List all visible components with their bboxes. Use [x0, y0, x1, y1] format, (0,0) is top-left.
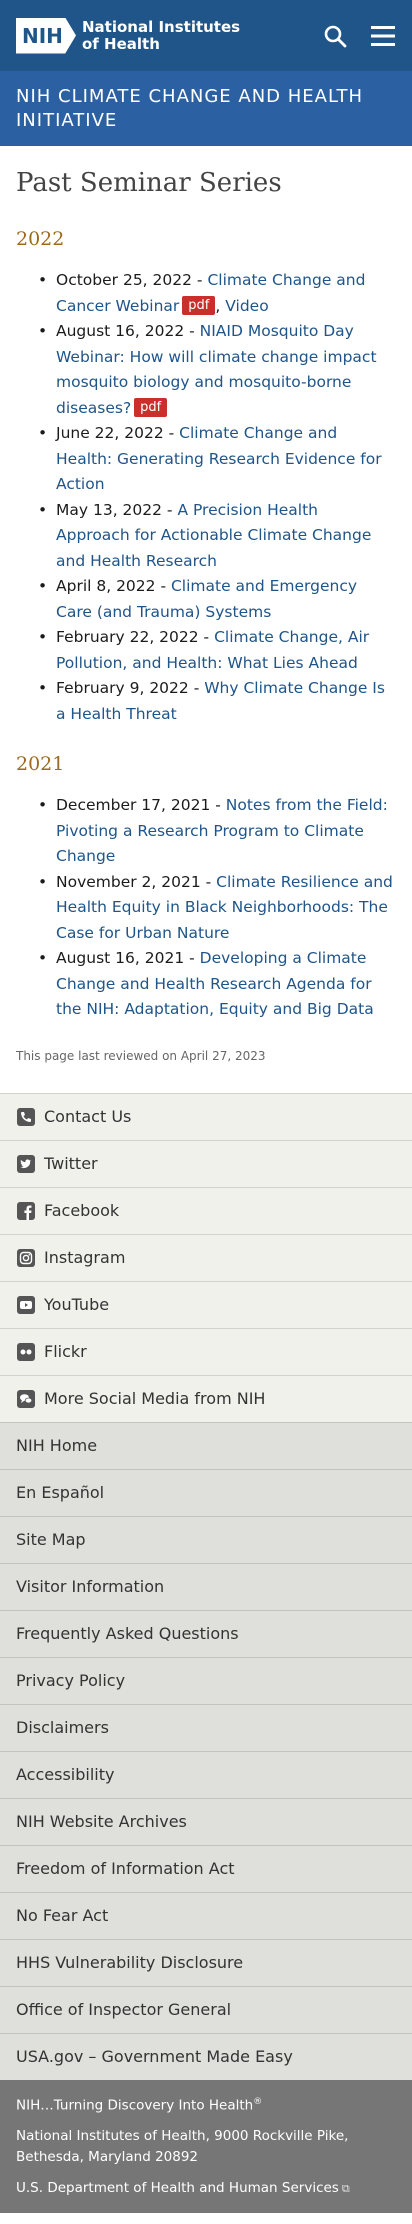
initiative-banner: NIH CLIMATE CHANGE AND HEALTH INITIATIVE [0, 71, 412, 146]
footer-link[interactable]: Privacy Policy [0, 1656, 412, 1704]
footer-link[interactable]: Freedom of Information Act [0, 1844, 412, 1892]
instagram-icon [16, 1248, 36, 1268]
footer-link[interactable]: Frequently Asked Questions [0, 1609, 412, 1657]
seminar-sections: 2022 October 25, 2022 - Climate Change an… [16, 228, 396, 1023]
social-link-label: YouTube [44, 1295, 110, 1314]
seminar-date: October 25, 2022 - [56, 271, 208, 289]
phone-icon [16, 1107, 36, 1127]
social-link-contact-us[interactable]: Contact Us [0, 1092, 412, 1140]
social-link-facebook[interactable]: Facebook [0, 1186, 412, 1234]
seminar-date: December 17, 2021 - [56, 796, 226, 814]
seminar-item: November 2, 2021 - Climate Resilience an… [38, 870, 396, 947]
footer-link[interactable]: NIH Home [0, 1421, 412, 1469]
seminar-item: October 25, 2022 - Climate Change and Ca… [38, 268, 396, 319]
nih-logo-badge: NIH [16, 17, 76, 54]
footer-tagline: NIH…Turning Discovery Into Health® [16, 2092, 396, 2117]
pdf-badge[interactable]: pdf [182, 295, 216, 315]
year-heading: 2022 [16, 228, 65, 250]
seminar-item: August 16, 2021 - Developing a Climate C… [38, 946, 396, 1023]
nih-logo[interactable]: NIH National Institutes of Health [16, 17, 241, 54]
site-footer: Contact Us Twitter Facebook Instagram YouTub… [0, 1092, 412, 2213]
logo-line-2: of Health [82, 34, 160, 53]
social-link-label: Instagram [44, 1248, 126, 1267]
seminar-item: February 22, 2022 - Climate Change, Air … [38, 625, 396, 676]
seminar-date: August 16, 2021 - [56, 949, 200, 967]
footer-link[interactable]: Accessibility [0, 1750, 412, 1798]
seminar-item: February 9, 2022 - Why Climate Change Is… [38, 676, 396, 727]
hhs-link-label: U.S. Department of Health and Human Serv… [16, 2180, 339, 2196]
main-content: Past Seminar Series 2022 October 25, 2022… [0, 146, 412, 1063]
seminar-date: February 9, 2022 - [56, 679, 205, 697]
footer-link[interactable]: NIH Website Archives [0, 1797, 412, 1845]
seminar-date: August 16, 2022 - [56, 322, 200, 340]
seminar-item: August 16, 2022 - NIAID Mosquito Day Web… [38, 319, 396, 421]
site-header: NIH National Institutes of Health [0, 0, 412, 71]
footer-bottom: NIH…Turning Discovery Into Health® Natio… [0, 2079, 412, 2213]
search-icon[interactable] [322, 23, 348, 49]
social-link-label: More Social Media from NIH [44, 1389, 266, 1408]
address-line-2: Bethesda, Maryland 20892 [16, 2149, 199, 2165]
header-actions [322, 23, 396, 49]
seminar-item: April 8, 2022 - Climate and Emergency Ca… [38, 574, 396, 625]
seminar-date: May 13, 2022 - [56, 500, 178, 519]
nih-logo-text: National Institutes of Health [82, 17, 241, 53]
banner-title[interactable]: NIH CLIMATE CHANGE AND HEALTH INITIATIVE [16, 85, 396, 133]
video-link[interactable]: Video [225, 297, 268, 315]
logo-line-1: National Institutes [82, 17, 241, 36]
pdf-badge[interactable]: pdf [134, 397, 168, 417]
registered-mark: ® [253, 2096, 263, 2107]
social-links: Contact Us Twitter Facebook Instagram YouTub… [0, 1092, 412, 1422]
facebook-icon [16, 1201, 36, 1221]
social-link-label: Flickr [44, 1342, 87, 1361]
social-link-label: Twitter [44, 1154, 98, 1173]
social-link-label: Facebook [44, 1201, 120, 1220]
seminar-date: June 22, 2022 - [56, 424, 180, 442]
footer-links: NIH Home En Español Site Map Visitor Inform… [0, 1421, 412, 2080]
footer-link[interactable]: En Español [0, 1468, 412, 1516]
footer-link[interactable]: USA.gov – Government Made Easy [0, 2032, 412, 2080]
social-link-more-social-media-from-nih[interactable]: More Social Media from NIH [0, 1374, 412, 1422]
flickr-icon [16, 1342, 36, 1362]
hhs-link[interactable]: U.S. Department of Health and Human Serv… [16, 2178, 396, 2199]
footer-link[interactable]: Site Map [0, 1515, 412, 1563]
address-line-1: National Institutes of Health, 9000 Rock… [16, 2128, 349, 2144]
footer-link[interactable]: Office of Inspector General [0, 1985, 412, 2033]
seminar-date: February 22, 2022 - [56, 628, 215, 646]
separator: , [215, 296, 226, 315]
seminar-date: April 8, 2022 - [56, 577, 171, 595]
footer-link[interactable]: Visitor Information [0, 1562, 412, 1610]
social-link-youtube[interactable]: YouTube [0, 1280, 412, 1328]
last-reviewed-text: This page last reviewed on April 27, 202… [16, 1048, 266, 1063]
twitter-icon [16, 1154, 36, 1174]
tagline-text: NIH…Turning Discovery Into Health [16, 2097, 254, 2113]
seminar-list: October 25, 2022 - Climate Change and Ca… [16, 268, 396, 727]
footer-link[interactable]: No Fear Act [0, 1891, 412, 1939]
footer-link[interactable]: HHS Vulnerability Disclosure [0, 1938, 412, 1986]
seminar-list: December 17, 2021 - Notes from the Field… [16, 793, 396, 1023]
seminar-item: May 13, 2022 - A Precision Health Approa… [38, 498, 396, 575]
year-heading: 2021 [16, 753, 65, 775]
seminar-item: June 22, 2022 - Climate Change and Healt… [38, 421, 396, 498]
chat-bubbles-icon [16, 1389, 36, 1409]
seminar-item: December 17, 2021 - Notes from the Field… [38, 793, 396, 870]
seminar-date: November 2, 2021 - [56, 872, 217, 891]
social-link-label: Contact Us [44, 1107, 132, 1126]
hamburger-menu-icon[interactable] [370, 23, 396, 49]
youtube-icon [16, 1295, 36, 1315]
external-link-icon: ⧉ [341, 2182, 350, 2195]
social-link-flickr[interactable]: Flickr [0, 1327, 412, 1375]
page-title: Past Seminar Series [16, 168, 282, 198]
footer-address: National Institutes of Health, 9000 Rock… [16, 2126, 396, 2168]
social-link-instagram[interactable]: Instagram [0, 1233, 412, 1281]
social-link-twitter[interactable]: Twitter [0, 1139, 412, 1187]
footer-link[interactable]: Disclaimers [0, 1703, 412, 1751]
